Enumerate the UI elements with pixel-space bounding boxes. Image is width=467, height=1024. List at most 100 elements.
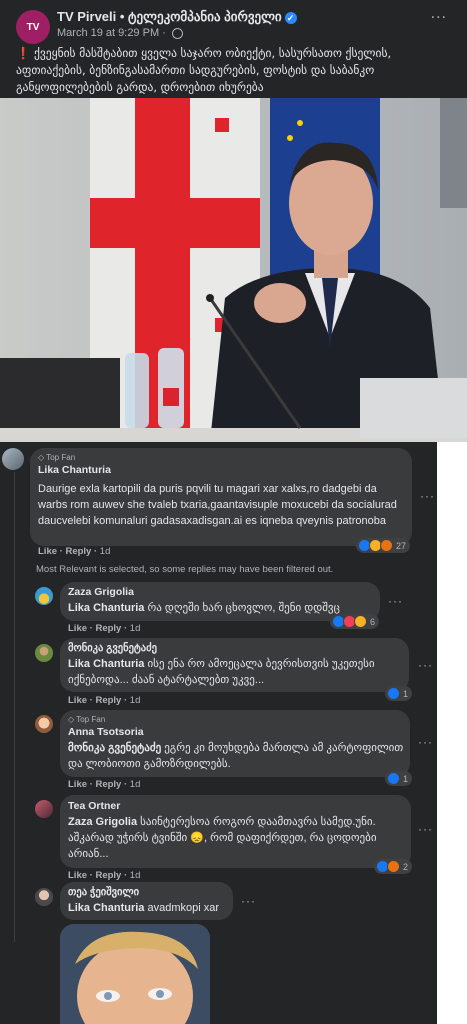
comment-time[interactable]: 1d	[130, 779, 141, 790]
thread-line	[14, 472, 15, 942]
mention-tag[interactable]: Lika Chanturia	[68, 658, 144, 670]
comment-text: Lika Chanturia რა დღეში ხარ ცხოვლო, შენი…	[68, 600, 378, 616]
reaction-summary[interactable]: 6	[330, 614, 380, 629]
comment-bubble: Tea Ortner Zaza Grigolia საინტერესოა როგ…	[60, 795, 411, 868]
comment-text: Zaza Grigolia საინტერესოა როგორ დაამთავრ…	[68, 814, 406, 862]
comment-actions: Like · Reply · 1d	[68, 695, 141, 706]
comment-author[interactable]: Lika Chanturia	[38, 464, 111, 476]
exclamation-icon: ❗	[16, 46, 31, 60]
comment-more-button[interactable]: ···	[418, 735, 433, 749]
comment-time[interactable]: 1d	[100, 546, 111, 557]
comment-actions: Like · Reply · 1d	[38, 546, 111, 557]
top-fan-text: Top Fan	[76, 715, 106, 724]
comment-author[interactable]: Tea Ortner	[68, 800, 120, 812]
reaction-count: 1	[403, 773, 409, 784]
avatar-image	[35, 587, 53, 605]
like-reaction-icon	[387, 772, 400, 785]
reaction-count: 6	[370, 616, 376, 627]
reaction-summary[interactable]: 1	[385, 771, 413, 786]
post-photo-svg	[0, 98, 467, 442]
page-avatar-text: TV	[26, 21, 40, 33]
mention-tag[interactable]: მონიკა გვენეტაძე	[68, 742, 161, 754]
post-body: ქვეყნის მასშტაბით ყველა საჯარო ობიექტი, …	[16, 46, 392, 94]
comment-more-button[interactable]: ···	[420, 489, 435, 503]
like-button[interactable]: Like	[68, 695, 87, 706]
reaction-count: 2	[403, 861, 409, 872]
comment-time[interactable]: 1d	[130, 870, 141, 881]
avatar-image	[35, 644, 53, 662]
haha-reaction-icon	[354, 615, 367, 628]
angry-reaction-icon	[380, 539, 393, 552]
comment-more-button[interactable]: ···	[388, 594, 403, 608]
top-fan-badge: ◇ Top Fan	[38, 453, 76, 462]
post-photo[interactable]	[0, 98, 467, 442]
avatar[interactable]	[2, 448, 24, 470]
like-button[interactable]: Like	[68, 779, 87, 790]
page-name-text[interactable]: TV Pirveli • ტელეკომპანია პირველი	[57, 9, 282, 24]
comment-time[interactable]: 1d	[130, 623, 141, 634]
top-fan-text: Top Fan	[46, 453, 76, 462]
avatar[interactable]	[35, 587, 53, 605]
comment-more-button[interactable]: ···	[418, 822, 433, 836]
comment-body: რა დღეში ხარ ცხოვლო, შენი დდშვც	[147, 602, 340, 614]
comment-bubble: ◇ Top Fan Lika Chanturia Daurige exla ka…	[30, 448, 412, 546]
comment-photo[interactable]	[60, 924, 210, 1024]
avatar-image	[2, 448, 24, 470]
comment-bubble: მონიკა გვენეტაძე Lika Chanturia ისე ენა …	[60, 638, 409, 692]
reaction-count: 1	[403, 688, 409, 699]
comment-body: avadmkopi xar	[147, 902, 220, 914]
avatar-image	[35, 800, 53, 818]
avatar[interactable]	[35, 715, 53, 733]
comment-text: Daurige exla kartopili da puris pqvili t…	[38, 483, 397, 527]
reply-button[interactable]: Reply	[95, 870, 121, 881]
reply-button[interactable]: Reply	[95, 623, 121, 634]
like-button[interactable]: Like	[38, 546, 57, 557]
verified-icon: ✓	[284, 11, 297, 24]
comment-actions: Like · Reply · 1d	[68, 779, 141, 790]
comment-author[interactable]: Zaza Grigolia	[68, 586, 134, 598]
comment-text: Lika Chanturia avadmkopi xar	[68, 900, 219, 916]
mention-tag[interactable]: Lika Chanturia	[68, 902, 144, 914]
reply-button[interactable]: Reply	[95, 779, 121, 790]
comment-text: Lika Chanturia ისე ენა რო ამოეცალა ბევრი…	[68, 656, 403, 688]
comment-actions: Like · Reply · 1d	[68, 623, 141, 634]
globe-icon	[171, 27, 183, 39]
avatar-image	[35, 715, 53, 733]
comment-author[interactable]: თეა ჭეიშვილი	[68, 886, 139, 898]
avatar-image	[35, 888, 53, 906]
comment-actions: Like · Reply · 1d	[68, 870, 141, 881]
comment-author[interactable]: მონიკა გვენეტაძე	[68, 642, 157, 654]
reaction-summary[interactable]: 1	[385, 686, 413, 701]
angry-reaction-icon	[387, 860, 400, 873]
reaction-summary[interactable]: 27	[356, 538, 411, 553]
like-reaction-icon	[387, 687, 400, 700]
post: TV TV Pirveli • ტელეკომპანია პირველი ✓ Ma…	[0, 0, 467, 442]
like-button[interactable]: Like	[68, 623, 87, 634]
comment-text: მონიკა გვენეტაძე ეგრე კი მოუხდება მართლა…	[68, 740, 404, 772]
reply-button[interactable]: Reply	[95, 695, 121, 706]
like-button[interactable]: Like	[68, 870, 87, 881]
comment-bubble: თეა ჭეიშვილი Lika Chanturia avadmkopi xa…	[60, 882, 233, 920]
post-text: ❗ ქვეყნის მასშტაბით ყველა საჯარო ობიექტი…	[16, 45, 456, 96]
reaction-summary[interactable]: 2	[374, 859, 413, 874]
avatar[interactable]	[35, 800, 53, 818]
mention-tag[interactable]: Lika Chanturia	[68, 602, 144, 614]
post-more-button[interactable]: ···	[431, 10, 447, 26]
comment-more-button[interactable]: ···	[418, 658, 433, 672]
top-fan-badge: ◇ Top Fan	[68, 715, 106, 724]
comment-author[interactable]: Anna Tsotsoria	[68, 726, 144, 738]
timestamp-text[interactable]: March 19 at 9:29 PM	[57, 27, 159, 39]
reply-button[interactable]: Reply	[65, 546, 91, 557]
reaction-count: 27	[396, 540, 407, 551]
avatar[interactable]	[35, 644, 53, 662]
comment-photo-svg	[60, 924, 210, 1024]
comment-time[interactable]: 1d	[130, 695, 141, 706]
page-name[interactable]: TV Pirveli • ტელეკომპანია პირველი ✓	[57, 9, 297, 25]
post-timestamp[interactable]: March 19 at 9:29 PM ·	[57, 27, 183, 39]
avatar[interactable]	[35, 888, 53, 906]
page-avatar[interactable]: TV	[16, 10, 50, 44]
comment-bubble: ◇ Top Fan Anna Tsotsoria მონიკა გვენეტაძ…	[60, 710, 410, 777]
comment-more-button[interactable]: ···	[241, 894, 256, 908]
filter-note: Most Relevant is selected, so some repli…	[36, 564, 334, 575]
mention-tag[interactable]: Zaza Grigolia	[68, 816, 137, 828]
